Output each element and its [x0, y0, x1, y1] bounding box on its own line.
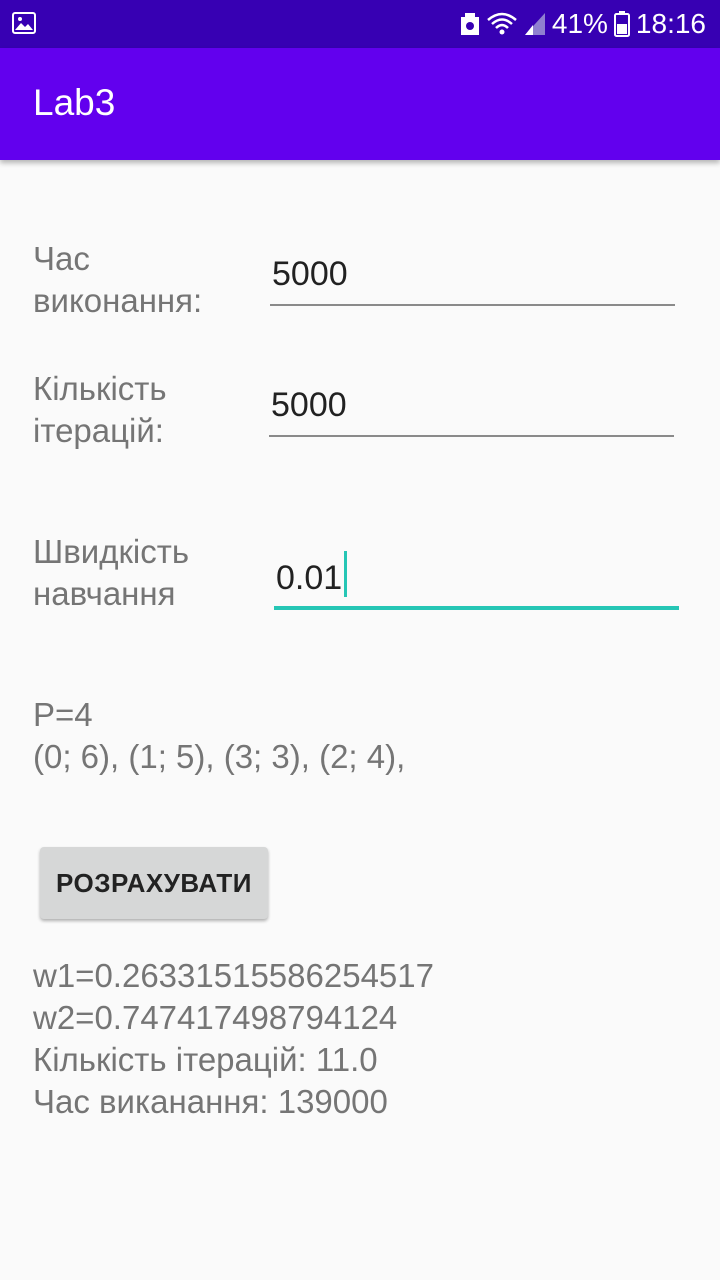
- result-time: Час виканання: 139000: [33, 1083, 388, 1120]
- result-iterations: Кількість ітерацій: 11.0: [33, 1041, 378, 1078]
- calculate-button[interactable]: РОЗРАХУВАТИ: [40, 847, 268, 919]
- time-value: 5000: [272, 255, 348, 293]
- text-cursor: [344, 551, 348, 597]
- learning-rate-value-wrap: 0.01: [276, 551, 348, 598]
- image-icon: [12, 12, 36, 34]
- time-field[interactable]: 5000: [270, 248, 675, 306]
- status-icons: 41% 18:16: [460, 0, 706, 48]
- battery-percent: 41%: [551, 8, 608, 39]
- learning-rate-value: 0.01: [276, 559, 343, 597]
- time-label: Час виконання:: [33, 240, 203, 319]
- app-title: Lab3: [33, 82, 116, 123]
- iterations-field[interactable]: 5000: [269, 378, 674, 437]
- p-count: P=4: [33, 696, 93, 733]
- points-list: (0; 6), (1; 5), (3; 3), (2; 4),: [33, 738, 406, 775]
- storage-icon: [460, 11, 480, 37]
- result-w1: w1=0.26331515586254517: [33, 957, 434, 994]
- status-bar: 41% 18:16: [0, 0, 720, 48]
- result-w2: w2=0.747417498794124: [33, 999, 398, 1036]
- iterations-value: 5000: [271, 386, 347, 424]
- battery-icon: [613, 11, 630, 37]
- signal-icon: [524, 12, 546, 36]
- app-bar: Lab3: [0, 48, 720, 160]
- learning-rate-label: Швидкість навчання: [33, 533, 190, 612]
- learning-rate-field[interactable]: 0.01: [274, 545, 679, 610]
- wifi-icon: [486, 11, 518, 37]
- iterations-label: Кількість ітерацій:: [33, 370, 167, 449]
- results-block: w1=0.26331515586254517 w2=0.747417498794…: [33, 955, 434, 1123]
- clock: 18:16: [635, 8, 706, 39]
